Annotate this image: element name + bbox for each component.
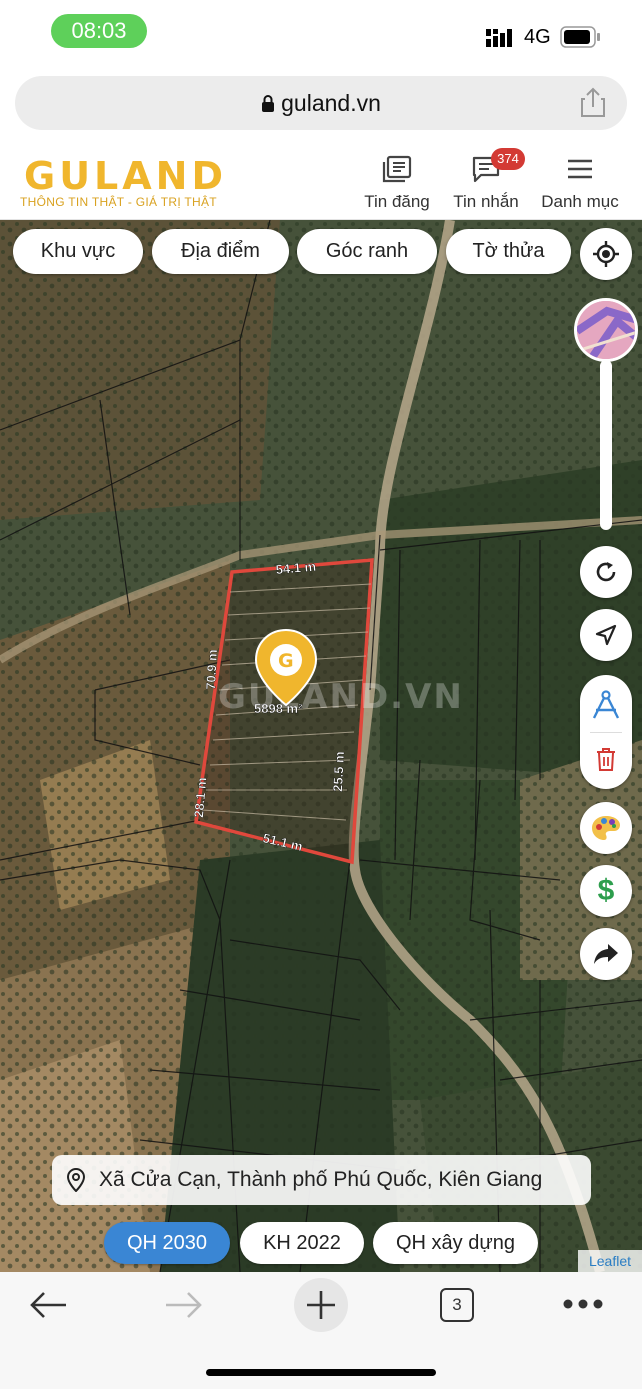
nav-danh-muc[interactable]: Danh mục: [538, 145, 622, 220]
chip-khu-vuc[interactable]: Khu vực: [13, 229, 143, 274]
delete-button[interactable]: [580, 733, 632, 785]
site-header: GULAND THÔNG TIN THẬT - GIÁ TRỊ THẬT Tin…: [0, 145, 642, 220]
crosshair-icon: [593, 241, 619, 267]
style-button[interactable]: [580, 802, 632, 854]
watermark: GULAND.VN: [218, 677, 464, 717]
signal-icon: [486, 29, 512, 47]
logo[interactable]: GULAND: [24, 154, 227, 198]
share-map-button[interactable]: [580, 928, 632, 980]
zoom-slider[interactable]: [600, 360, 612, 530]
address-box[interactable]: Xã Cửa Cạn, Thành phố Phú Quốc, Kiên Gia…: [52, 1155, 591, 1205]
navigation-arrow-icon: [595, 624, 617, 646]
attribution-link[interactable]: Leaflet: [578, 1250, 642, 1272]
dollar-icon: $: [597, 874, 615, 907]
battery-icon: [560, 26, 600, 48]
refresh-icon: [596, 562, 616, 582]
network-label: 4G: [524, 26, 551, 48]
menu-icon: [568, 159, 592, 179]
edge-label: 25.5 m: [330, 751, 347, 792]
refresh-button[interactable]: [580, 546, 632, 598]
palette-icon: [592, 816, 620, 840]
status-bar: 08:03 4G: [0, 0, 642, 70]
nav-label: Tin nhắn: [453, 192, 519, 211]
url-domain: guland.vn: [281, 90, 381, 116]
nav-label: Danh mục: [541, 192, 619, 211]
tagline: THÔNG TIN THẬT - GIÁ TRỊ THẬT: [20, 195, 217, 209]
tab-switcher-button[interactable]: 3: [440, 1288, 474, 1322]
chip-to-thua[interactable]: Tờ thửa: [446, 229, 571, 274]
map-pin-icon: [67, 1168, 85, 1192]
plan-qh-2030[interactable]: QH 2030: [104, 1222, 230, 1264]
home-indicator: [206, 1369, 436, 1376]
clock: 08:03: [51, 14, 147, 48]
forward-arrow-disabled-icon[interactable]: [164, 1290, 204, 1320]
share-icon[interactable]: [581, 87, 605, 117]
back-arrow-icon[interactable]: [28, 1290, 68, 1320]
plus-icon: [307, 1291, 335, 1319]
address-bar[interactable]: guland.vn: [15, 76, 627, 130]
new-tab-button[interactable]: [294, 1278, 348, 1332]
url-text: guland.vn: [15, 76, 627, 130]
draw-tools: [580, 675, 632, 789]
trash-icon: [597, 748, 615, 771]
plan-kh-2022[interactable]: KH 2022: [240, 1222, 364, 1264]
satellite-map: 54.1 m 70.9 m 28.1 m 51.1 m 25.5 m 5898 …: [0, 220, 642, 1272]
locate-button[interactable]: [580, 228, 632, 280]
address-text: Xã Cửa Cạn, Thành phố Phú Quốc, Kiên Gia…: [99, 1168, 543, 1191]
lock-icon: [262, 95, 275, 112]
nav-tin-dang[interactable]: Tin đăng: [360, 145, 434, 220]
price-button[interactable]: $: [580, 865, 632, 917]
listing-icon: [382, 155, 412, 183]
map-view[interactable]: 54.1 m 70.9 m 28.1 m 51.1 m 25.5 m 5898 …: [0, 220, 642, 1272]
compass-draw-icon: [592, 690, 620, 719]
navigate-button[interactable]: [580, 609, 632, 661]
message-count-badge: 374: [491, 148, 525, 170]
nav-label: Tin đăng: [364, 192, 430, 211]
measure-button[interactable]: [580, 679, 632, 731]
plan-qh-xay-dung[interactable]: QH xây dựng: [373, 1222, 538, 1264]
svg-text:G: G: [278, 650, 294, 672]
more-icon[interactable]: [562, 1298, 604, 1310]
forward-arrow-icon: [594, 944, 618, 964]
chip-goc-ranh[interactable]: Góc ranh: [297, 229, 437, 274]
layer-thumbnail[interactable]: [574, 298, 638, 362]
chip-dia-diem[interactable]: Địa điểm: [152, 229, 289, 274]
